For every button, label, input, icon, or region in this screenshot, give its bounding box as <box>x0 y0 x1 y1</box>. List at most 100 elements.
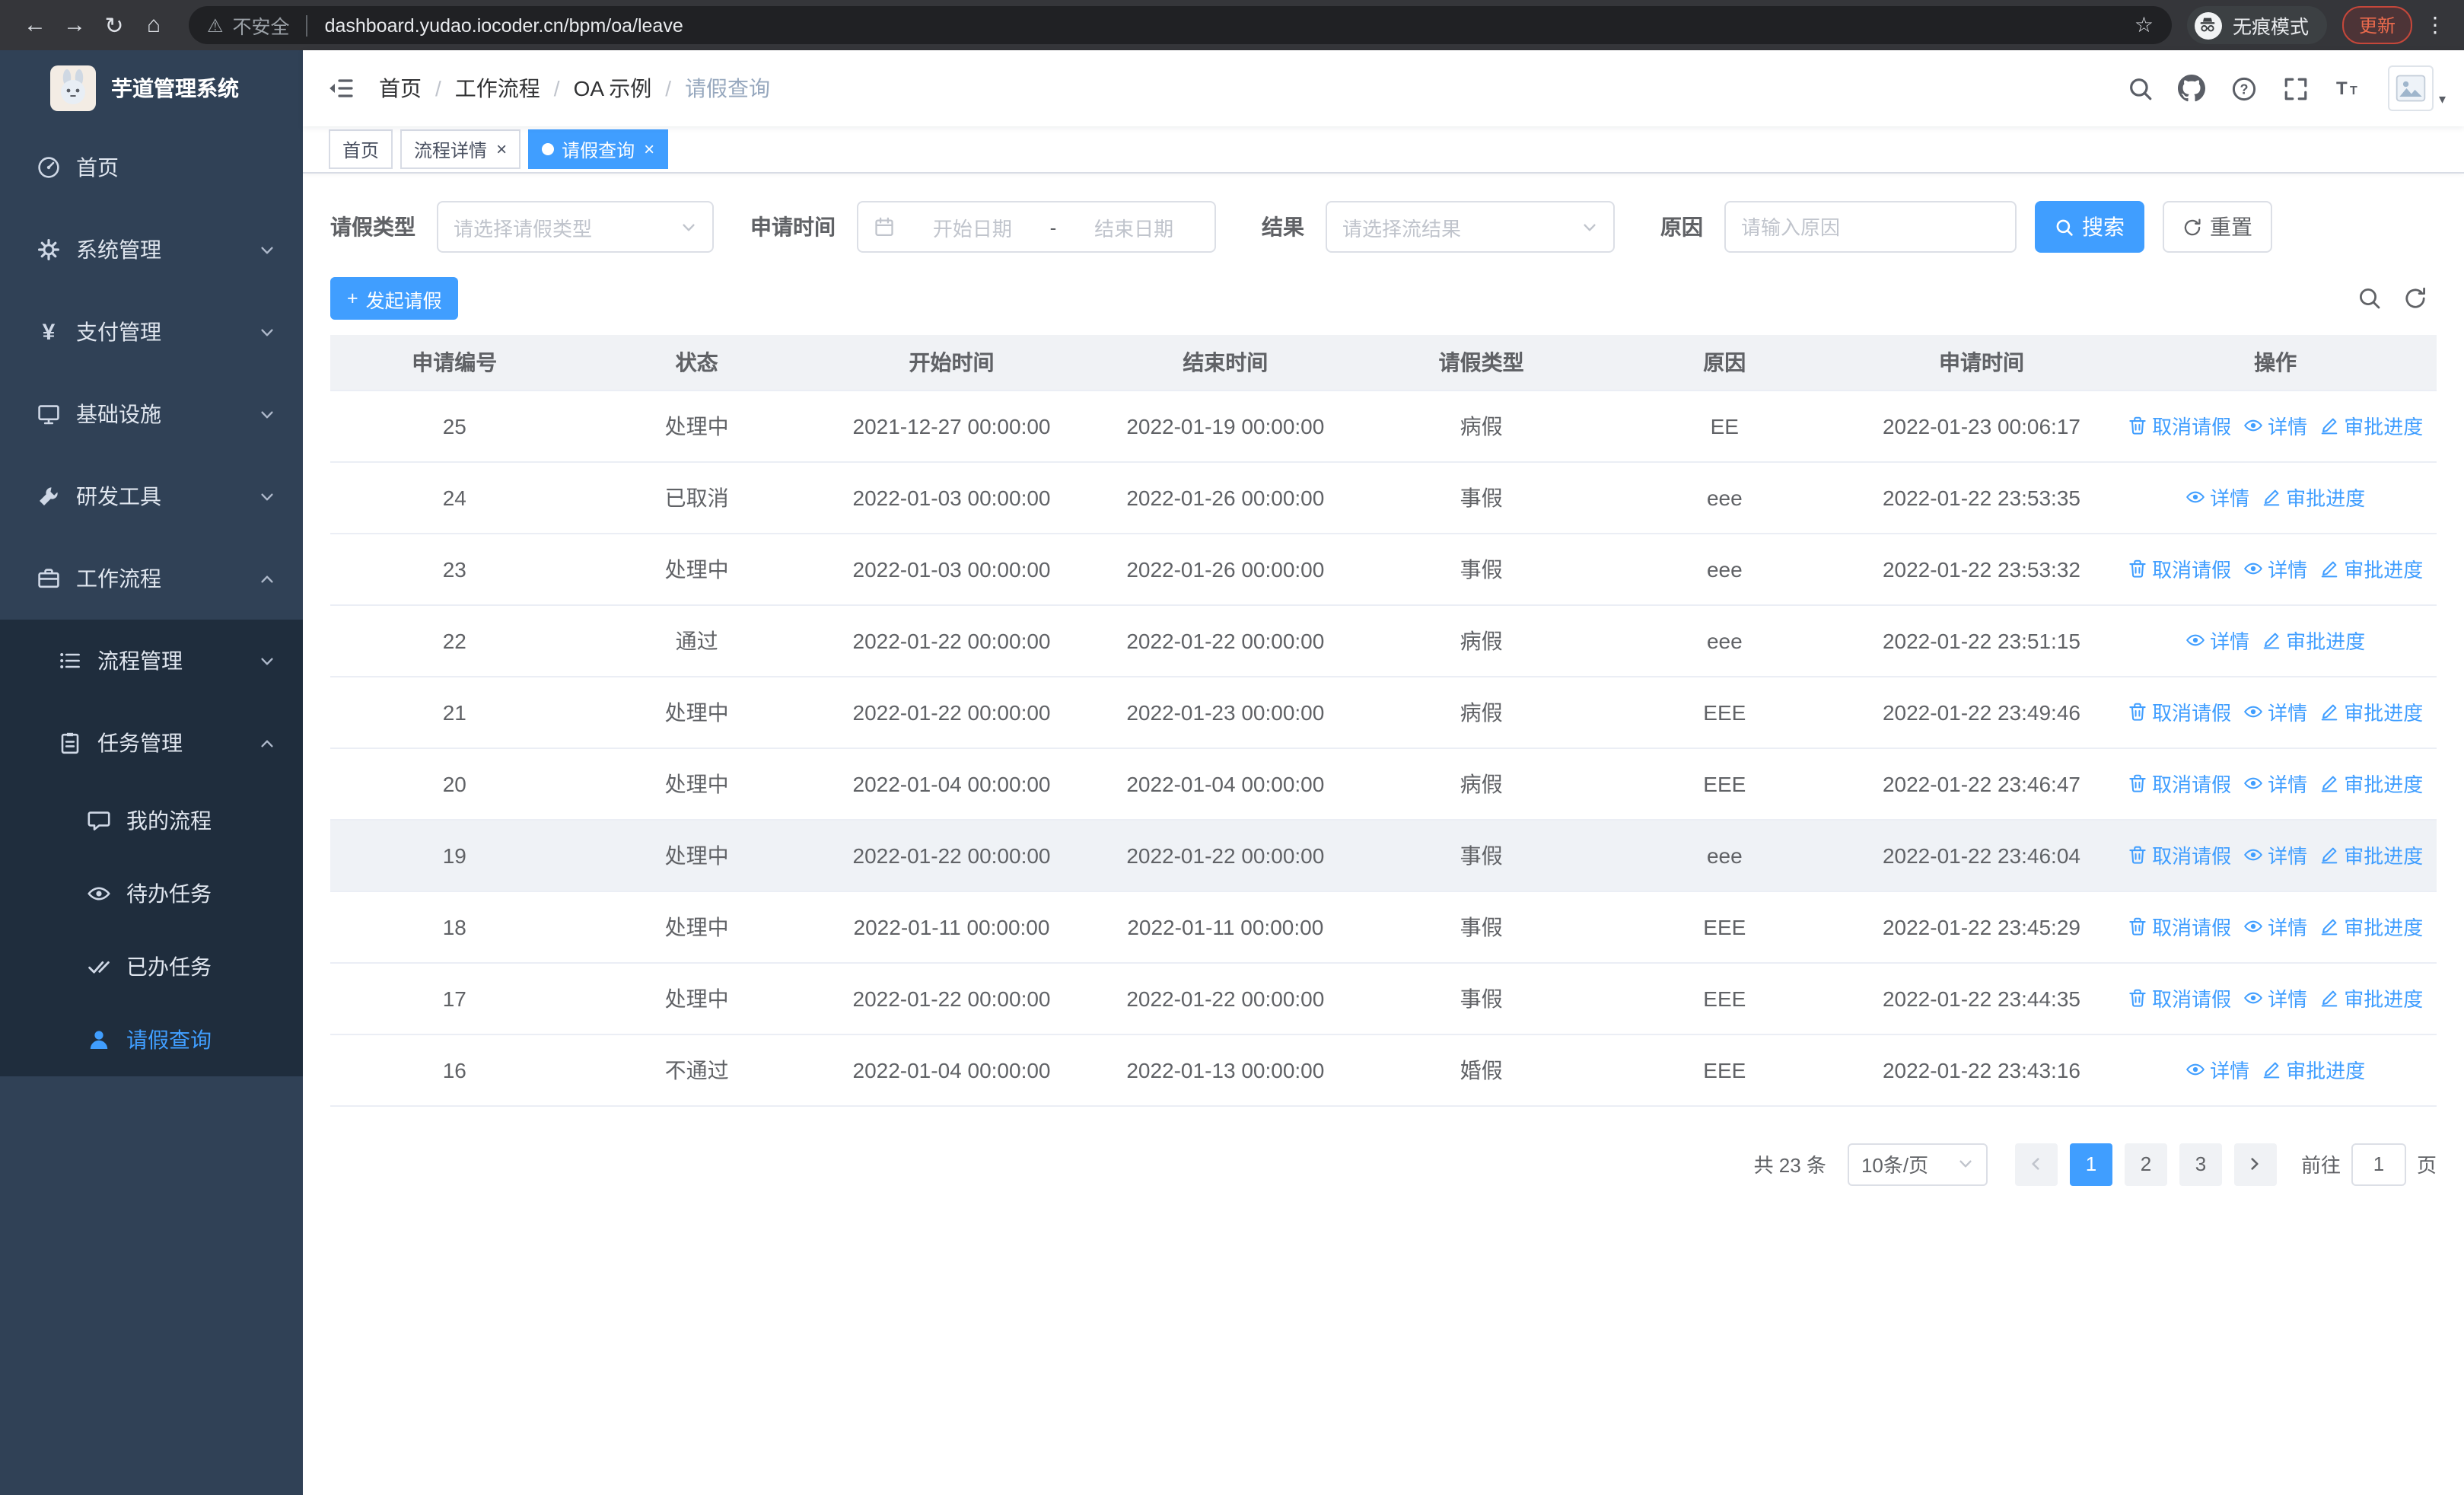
leave-type-select[interactable]: 请选择请假类型 <box>437 201 714 253</box>
browser-back-icon[interactable]: ← <box>15 5 55 45</box>
tab-label: 请假查询 <box>562 139 635 161</box>
action-progress-link[interactable]: 审批进度 <box>2319 697 2423 726</box>
table-row: 20 处理中 2022-01-04 00:00:00 2022-01-04 00:00… <box>330 748 2437 820</box>
fullscreen-icon[interactable] <box>2273 65 2319 111</box>
action-progress-link[interactable]: 审批进度 <box>2262 626 2365 655</box>
create-leave-button[interactable]: + 发起请假 <box>330 277 459 320</box>
action-cancel-link[interactable]: 取消请假 <box>2128 840 2231 869</box>
help-icon[interactable]: ? <box>2221 65 2267 111</box>
reset-button[interactable]: 重置 <box>2163 201 2272 253</box>
leave-table-body: 25 处理中 2021-12-27 00:00:00 2022-01-19 00:00… <box>330 390 2437 1106</box>
sidebar-item-workflow[interactable]: 工作流程 <box>0 537 303 620</box>
sidebar-item-system[interactable]: 系统管理 <box>0 209 303 291</box>
cell-status: 处理中 <box>578 676 815 748</box>
next-page-button[interactable] <box>2233 1143 2277 1185</box>
action-progress-link[interactable]: 审批进度 <box>2319 554 2423 583</box>
cell-apply-time: 2022-01-22 23:53:35 <box>1848 461 2115 534</box>
sidebar-item-infrastructure[interactable]: 基础设施 <box>0 373 303 455</box>
cell-apply-id: 25 <box>330 390 579 462</box>
font-size-icon[interactable]: T T <box>2325 65 2370 111</box>
tab-close-icon[interactable]: × <box>644 140 654 158</box>
cell-leave-type: 病假 <box>1362 748 1600 820</box>
cell-actions: 取消请假 详情 审批进度 <box>2114 390 2437 462</box>
breadcrumb-oa-example[interactable]: OA 示例 <box>574 73 652 104</box>
action-progress-link[interactable]: 审批进度 <box>2262 1055 2365 1084</box>
action-label: 取消请假 <box>2152 916 2232 939</box>
action-detail-link[interactable]: 详情 <box>2243 411 2307 440</box>
action-detail-link[interactable]: 详情 <box>2243 554 2307 583</box>
action-cancel-link[interactable]: 取消请假 <box>2128 912 2231 941</box>
sidebar-item-devtools[interactable]: 研发工具 <box>0 455 303 537</box>
refresh-icon[interactable] <box>2403 286 2427 311</box>
action-progress-link[interactable]: 审批进度 <box>2319 983 2423 1012</box>
action-cancel-link[interactable]: 取消请假 <box>2128 769 2231 798</box>
search-icon[interactable] <box>2118 65 2163 111</box>
result-select[interactable]: 请选择流结果 <box>1326 201 1615 253</box>
action-detail-link[interactable]: 详情 <box>2185 626 2249 655</box>
action-detail-link[interactable]: 详情 <box>2243 912 2307 941</box>
page-size-select[interactable]: 10条/页 <box>1847 1143 1988 1185</box>
action-detail-link[interactable]: 详情 <box>2243 840 2307 869</box>
menu-label: 系统管理 <box>76 237 161 262</box>
sidebar-item-done-tasks[interactable]: 已办任务 <box>0 930 303 1003</box>
app-logo[interactable]: 芋道管理系统 <box>0 50 303 126</box>
github-icon[interactable] <box>2170 65 2215 111</box>
action-progress-link[interactable]: 审批进度 <box>2319 840 2423 869</box>
prev-page-button[interactable] <box>2014 1143 2058 1185</box>
view-icon <box>2186 1063 2205 1076</box>
result-label: 结果 <box>1262 215 1304 239</box>
action-detail-link[interactable]: 详情 <box>2243 769 2307 798</box>
action-progress-link[interactable]: 审批进度 <box>2262 483 2365 512</box>
action-detail-link[interactable]: 详情 <box>2185 483 2249 512</box>
browser-forward-icon[interactable]: → <box>55 5 94 45</box>
sidebar-item-task-management[interactable]: 任务管理 <box>0 702 303 784</box>
sidebar-item-my-process[interactable]: 我的流程 <box>0 784 303 857</box>
total-count-label: 共 23 条 <box>1753 1154 1826 1177</box>
cell-reason: EE <box>1600 390 1849 462</box>
tab-home[interactable]: 首页 <box>329 129 393 169</box>
edit-icon <box>2321 561 2338 578</box>
select-placeholder: 请选择流结果 <box>1342 217 1462 240</box>
address-bar[interactable]: ⚠ 不安全 dashboard.yudao.iocoder.cn/bpm/oa/… <box>189 6 2172 44</box>
action-progress-link[interactable]: 审批进度 <box>2319 411 2423 440</box>
collapse-sidebar-icon[interactable] <box>303 50 379 126</box>
cell-apply-id: 16 <box>330 1034 579 1106</box>
browser-reload-icon[interactable]: ↻ <box>94 5 134 45</box>
breadcrumb-workflow[interactable]: 工作流程 <box>455 73 540 104</box>
cell-start-time: 2022-01-04 00:00:00 <box>814 1034 1089 1106</box>
user-avatar[interactable]: ▾ <box>2388 65 2446 111</box>
browser-home-icon[interactable]: ⌂ <box>134 5 173 45</box>
browser-update-button[interactable]: 更新 <box>2341 6 2412 44</box>
bookmark-star-icon[interactable]: ☆ <box>2135 12 2154 38</box>
page-button-2[interactable]: 2 <box>2124 1143 2167 1185</box>
cell-apply-id: 21 <box>330 676 579 748</box>
action-cancel-link[interactable]: 取消请假 <box>2128 411 2231 440</box>
page-button-3[interactable]: 3 <box>2179 1143 2222 1185</box>
action-progress-link[interactable]: 审批进度 <box>2319 769 2423 798</box>
search-button[interactable]: 搜索 <box>2035 201 2144 253</box>
sidebar-item-payment[interactable]: ¥ 支付管理 <box>0 291 303 373</box>
sidebar-item-process-management[interactable]: 流程管理 <box>0 620 303 702</box>
action-detail-link[interactable]: 详情 <box>2185 1055 2249 1084</box>
action-detail-link[interactable]: 详情 <box>2243 983 2307 1012</box>
sidebar-item-home[interactable]: 首页 <box>0 126 303 209</box>
action-progress-link[interactable]: 审批进度 <box>2319 912 2423 941</box>
toggle-search-icon[interactable] <box>2357 286 2382 311</box>
apply-time-range-picker[interactable]: 开始日期 - 结束日期 <box>857 201 1216 253</box>
tab-close-icon[interactable]: × <box>496 140 507 158</box>
sidebar-item-leave-query[interactable]: 请假查询 <box>0 1003 303 1076</box>
tab-process-detail[interactable]: 流程详情 × <box>400 129 521 169</box>
action-cancel-link[interactable]: 取消请假 <box>2128 554 2231 583</box>
page-button-1[interactable]: 1 <box>2069 1143 2112 1185</box>
goto-page-input[interactable] <box>2351 1143 2406 1185</box>
action-cancel-link[interactable]: 取消请假 <box>2128 983 2231 1012</box>
create-leave-label: 发起请假 <box>365 290 442 311</box>
breadcrumb-home[interactable]: 首页 <box>379 73 422 104</box>
action-cancel-link[interactable]: 取消请假 <box>2128 697 2231 726</box>
reason-input[interactable] <box>1741 215 2000 238</box>
action-detail-link[interactable]: 详情 <box>2243 697 2307 726</box>
sidebar-item-todo-tasks[interactable]: 待办任务 <box>0 857 303 930</box>
browser-menu-icon[interactable]: ⋮ <box>2421 12 2449 38</box>
tab-leave-query[interactable]: 请假查询 × <box>528 129 669 169</box>
cell-end-time: 2022-01-19 00:00:00 <box>1088 390 1363 462</box>
